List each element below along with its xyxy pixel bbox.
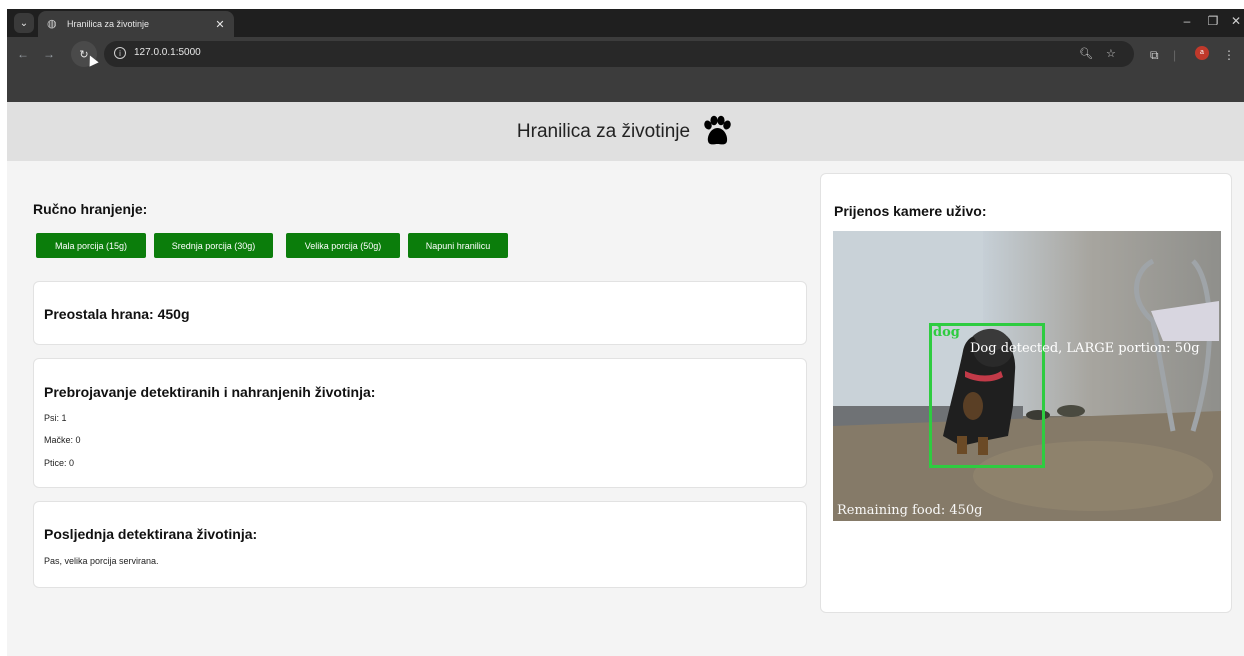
remaining-food-card: Preostala hrana: 450g <box>33 281 807 345</box>
profile-avatar[interactable]: a <box>1195 46 1209 60</box>
back-icon[interactable]: ← <box>15 47 31 61</box>
browser-tab[interactable]: ◍ Hranilica za životinje ✕ <box>38 11 234 37</box>
refill-feeder-button[interactable]: Napuni hranilicu <box>408 233 508 258</box>
close-tab-icon[interactable]: ✕ <box>212 18 228 31</box>
animal-counts-card: Prebrojavanje detektiranih i nahranjenih… <box>33 358 807 488</box>
counts-title: Prebrojavanje detektiranih i nahranjenih… <box>44 384 376 400</box>
camera-feed: dog Dog detected, LARGE portion: 50g Rem… <box>833 231 1221 521</box>
page-content: Hranilica za životinje Ručno hranjenje: … <box>7 102 1244 656</box>
forward-icon[interactable]: → <box>41 47 57 61</box>
small-portion-button[interactable]: Mala porcija (15g) <box>36 233 146 258</box>
page-title: Hranilica za životinje <box>516 120 691 142</box>
birds-count: Ptice: 0 <box>44 458 75 468</box>
browser-window: ⌄ ◍ Hranilica za životinje ✕ – ❐ ✕ ← → ↻… <box>7 9 1244 102</box>
tab-title: Hranilica za životinje <box>67 19 150 29</box>
site-info-icon[interactable]: i <box>114 47 126 59</box>
camera-remaining-food: Remaining food: 450g <box>837 503 983 518</box>
detection-message: Dog detected, LARGE portion: 50g <box>970 341 1200 356</box>
last-detected-text: Pas, velika porcija servirana. <box>44 556 159 566</box>
more-menu-icon[interactable]: ⋮ <box>1223 48 1235 62</box>
restore-icon[interactable]: ❐ <box>1204 14 1222 28</box>
last-detected-card: Posljednja detektirana životinja: Pas, v… <box>33 501 807 588</box>
close-window-icon[interactable]: ✕ <box>1227 14 1244 28</box>
tab-bar: ⌄ ◍ Hranilica za životinje ✕ – ❐ ✕ <box>7 9 1244 37</box>
address-bar[interactable]: i 127.0.0.1:5000 🔍︎ ☆ <box>104 41 1134 67</box>
camera-panel: Prijenos kamere uživo: dog Dog detected,… <box>820 173 1232 613</box>
paw-icon <box>704 115 731 144</box>
zoom-icon[interactable]: 🔍︎ <box>1079 47 1093 60</box>
browser-toolbar: ← → ↻ i 127.0.0.1:5000 🔍︎ ☆ ⧉ | a ⋮ <box>7 37 1244 73</box>
toolbar-divider: | <box>1173 48 1177 62</box>
medium-portion-button[interactable]: Srednja porcija (30g) <box>154 233 273 258</box>
tab-search-icon[interactable]: ⌄ <box>14 13 34 33</box>
manual-feeding-title: Ručno hranjenje: <box>33 201 148 217</box>
detection-class-label: dog <box>933 325 960 340</box>
globe-icon: ◍ <box>47 18 57 30</box>
cats-count: Mačke: 0 <box>44 435 81 445</box>
page-header: Hranilica za životinje <box>7 102 1244 161</box>
large-portion-button[interactable]: Velika porcija (50g) <box>286 233 400 258</box>
last-detected-title: Posljednja detektirana životinja: <box>44 526 258 542</box>
extensions-icon[interactable]: ⧉ <box>1150 48 1159 63</box>
remaining-food-text: Preostala hrana: 450g <box>44 306 190 322</box>
dogs-count: Psi: 1 <box>44 413 67 423</box>
bookmark-star-icon[interactable]: ☆ <box>1106 47 1116 60</box>
url-text[interactable]: 127.0.0.1:5000 <box>134 47 201 58</box>
camera-title: Prijenos kamere uživo: <box>834 203 987 219</box>
minimize-icon[interactable]: – <box>1178 14 1196 28</box>
